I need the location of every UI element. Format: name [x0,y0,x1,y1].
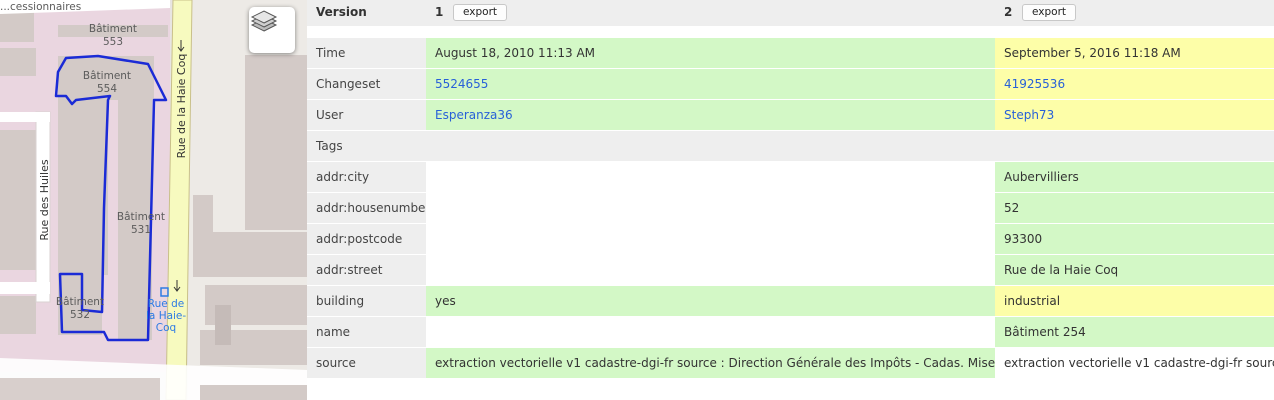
building-v2: industrial [995,286,1274,316]
row-key: addr:housenumber [307,193,426,223]
export-version-2-button[interactable]: export [1022,4,1077,21]
row-key: Time [307,38,426,68]
row-user: User Esperanza36 Steph73 [307,100,1274,131]
map-label-batiment-553: Bâtiment 553 [88,23,138,48]
row-addr-street: addr:street Rue de la Haie Coq [307,255,1274,286]
changeset-v1-link[interactable]: 5524655 [435,77,488,91]
addr-housenumber-v2: 52 [995,193,1274,223]
user-v2-link[interactable]: Steph73 [1004,108,1054,122]
addr-street-v2: Rue de la Haie Coq [995,255,1274,285]
map-view[interactable]: ...cessionnaires Bâtiment 553 Bâtiment 5… [0,0,307,400]
map-label-bus-stop[interactable]: Rue de la Haie- Coq [146,298,186,334]
row-building: building yes industrial [307,286,1274,317]
layers-button[interactable] [249,7,295,53]
map-label-batiment-532: Bâtiment 532 [55,296,105,321]
version-label: Version [316,5,367,19]
row-key: Changeset [307,69,426,99]
row-changeset: Changeset 5524655 41925536 [307,69,1274,100]
row-tags-header: Tags [307,131,1274,162]
addr-housenumber-v1 [426,193,995,223]
map-label-batiment-554: Bâtiment 554 [82,70,132,95]
row-key: name [307,317,426,347]
tags-v1-empty [426,131,995,161]
user-v1-cell: Esperanza36 [426,100,995,130]
history-table: Version 1 export 2 export Time August 18… [307,0,1274,400]
name-v2: Bâtiment 254 [995,317,1274,347]
row-key: addr:street [307,255,426,285]
row-key: User [307,100,426,130]
map-label-rue-des-huiles: Rue des Huiles [38,159,51,241]
row-source: source extraction vectorielle v1 cadastr… [307,348,1274,379]
version-header-row: Version 1 export 2 export [307,0,1274,26]
row-key: addr:city [307,162,426,192]
map-label-batiment-531: Bâtiment 531 [116,211,166,236]
tags-label: Tags [307,131,426,161]
tags-v2-empty [995,131,1274,161]
layers-icon [250,10,278,32]
row-name: name Bâtiment 254 [307,317,1274,348]
map-label-top-street: ...cessionnaires [0,1,82,13]
row-key: building [307,286,426,316]
source-v2: extraction vectorielle v1 cadastre-dgi-f… [995,348,1274,378]
row-addr-city: addr:city Aubervilliers [307,162,1274,193]
addr-postcode-v2: 93300 [995,224,1274,254]
changeset-v1-cell: 5524655 [426,69,995,99]
row-addr-postcode: addr:postcode 93300 [307,224,1274,255]
version-2-number: 2 [1004,5,1013,19]
addr-street-v1 [426,255,995,285]
row-addr-housenumber: addr:housenumber 52 [307,193,1274,224]
time-v1: August 18, 2010 11:13 AM [426,38,995,68]
building-v1: yes [426,286,995,316]
changeset-v2-cell: 41925536 [995,69,1274,99]
export-version-1-button[interactable]: export [453,4,508,21]
map-label-rue-de-la-haie-coq: Rue de la Haie Coq [175,53,188,159]
row-time: Time August 18, 2010 11:13 AM September … [307,38,1274,69]
name-v1 [426,317,995,347]
time-v2: September 5, 2016 11:18 AM [995,38,1274,68]
addr-city-v2: Aubervilliers [995,162,1274,192]
source-v1: extraction vectorielle v1 cadastre-dgi-f… [426,348,995,378]
addr-city-v1 [426,162,995,192]
user-v2-cell: Steph73 [995,100,1274,130]
addr-postcode-v1 [426,224,995,254]
changeset-v2-link[interactable]: 41925536 [1004,77,1065,91]
version-1-number: 1 [435,5,444,19]
user-v1-link[interactable]: Esperanza36 [435,108,513,122]
row-key: source [307,348,426,378]
row-key: addr:postcode [307,224,426,254]
